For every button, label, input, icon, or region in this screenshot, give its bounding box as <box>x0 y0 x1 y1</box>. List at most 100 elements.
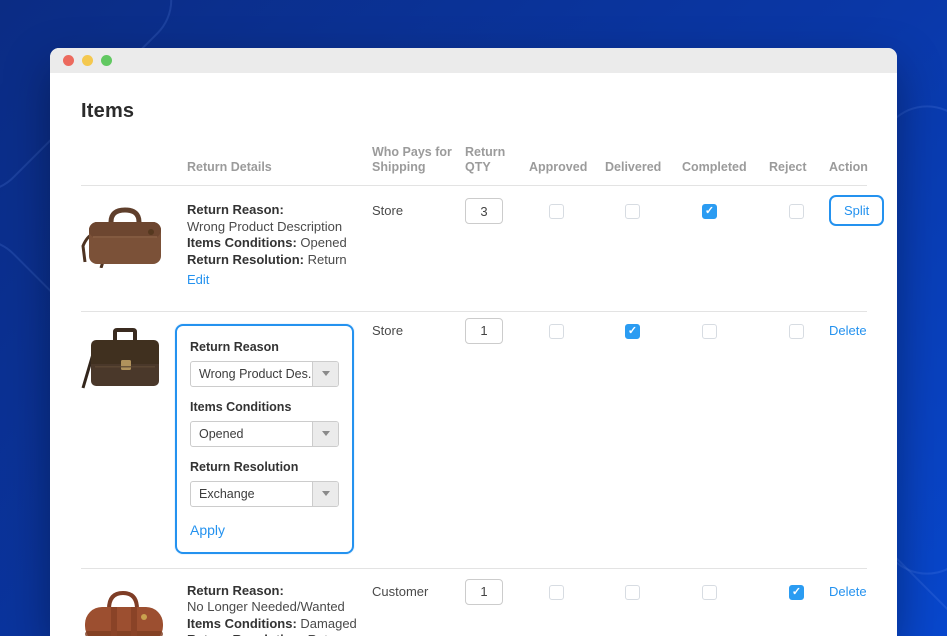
items-conditions-value: Opened <box>300 235 347 250</box>
check-icon: ✓ <box>791 585 802 598</box>
return-resolution-selected-value: Exchange <box>199 486 255 501</box>
items-page: Items Return Details Who Pays for Shippi… <box>50 73 897 636</box>
dropdown-arrow-button[interactable] <box>312 481 338 506</box>
product-image-cell <box>81 583 187 636</box>
completed-checkbox[interactable]: ✓ <box>702 323 717 339</box>
action-cell: Delete <box>829 583 867 601</box>
reject-cell: ✓ <box>769 583 829 600</box>
return-resolution-value: Return <box>308 632 347 636</box>
dark-briefcase-image <box>81 327 159 388</box>
reject-checkbox[interactable]: ✓ <box>789 323 804 339</box>
edit-return-panel: Return Reason Wrong Product Des... Items… <box>175 323 354 554</box>
header-return-qty: Return QTY <box>465 145 506 174</box>
header-reject: Reject <box>769 160 807 174</box>
return-qty-input[interactable] <box>465 578 503 605</box>
product-image-cell <box>81 322 187 395</box>
header-completed: Completed <box>682 160 747 174</box>
return-reason-select[interactable]: Wrong Product Des... <box>190 360 339 387</box>
approved-cell: ✓ <box>529 322 605 339</box>
return-resolution-select[interactable]: Exchange <box>190 480 339 507</box>
approved-cell: ✓ <box>529 202 605 219</box>
header-action: Action <box>829 160 868 174</box>
action-cell: Delete <box>829 322 867 340</box>
items-conditions-selected-value: Opened <box>199 426 244 441</box>
who-pays-value: Store <box>372 203 404 218</box>
dropdown-arrow-button[interactable] <box>312 421 338 446</box>
completed-cell: ✓ <box>682 202 769 219</box>
minimize-window-button[interactable] <box>82 55 93 66</box>
chevron-down-icon <box>321 491 330 496</box>
approved-checkbox[interactable]: ✓ <box>549 584 564 600</box>
return-details-cell: Return Reason: Wrong Product Description… <box>187 202 372 289</box>
completed-checkbox[interactable]: ✓ <box>702 584 717 600</box>
return-reason-value: Wrong Product Description <box>187 218 343 234</box>
return-reason-value: No Longer Needed/Wanted <box>187 599 345 614</box>
reject-cell: ✓ <box>769 202 829 219</box>
product-image-cell <box>81 202 187 273</box>
brown-duffel-image <box>85 590 163 636</box>
return-resolution-label: Return Resolution: <box>187 251 304 267</box>
header-approved: Approved <box>529 160 588 174</box>
delivered-cell: ✓ <box>605 583 682 600</box>
return-qty-input[interactable] <box>465 317 503 344</box>
delete-link[interactable]: Delete <box>829 584 867 599</box>
table-row: Return Reason Wrong Product Des... Items… <box>81 312 867 568</box>
return-resolution-value: Return <box>307 251 347 267</box>
qty-cell <box>465 317 529 344</box>
return-reason-selected-value: Wrong Product Des... <box>199 366 312 381</box>
apply-link[interactable]: Apply <box>190 522 225 538</box>
return-details-cell: Return Reason Wrong Product Des... Items… <box>175 322 372 554</box>
who-pays-value: Customer <box>372 583 429 599</box>
who-pays-value: Store <box>372 322 404 338</box>
approved-cell: ✓ <box>529 583 605 600</box>
brown-briefcase-image <box>81 207 161 269</box>
page-title: Items <box>81 100 135 122</box>
action-cell: Split <box>829 195 885 226</box>
delivered-checkbox[interactable]: ✓ <box>625 323 640 339</box>
chevron-down-icon <box>321 431 330 436</box>
completed-cell: ✓ <box>682 322 769 339</box>
table-header-row: Return Details Who Pays for Shipping Ret… <box>81 145 868 185</box>
maximize-window-button[interactable] <box>101 55 112 66</box>
completed-cell: ✓ <box>682 583 769 600</box>
items-conditions-select[interactable]: Opened <box>190 420 339 447</box>
reject-checkbox[interactable]: ✓ <box>789 204 804 219</box>
dropdown-arrow-button[interactable] <box>312 361 338 386</box>
return-reason-label: Return Reason: <box>187 202 284 217</box>
close-window-button[interactable] <box>63 55 74 66</box>
qty-cell <box>465 198 529 224</box>
delivered-checkbox[interactable]: ✓ <box>625 584 640 600</box>
table-row: Return Reason: Wrong Product Description… <box>81 186 885 311</box>
return-resolution-label: Return Resolution: <box>187 632 304 636</box>
return-details-cell: Return Reason: No Longer Needed/Wanted I… <box>187 583 372 636</box>
return-qty-input[interactable] <box>465 198 503 224</box>
header-delivered: Delivered <box>605 160 662 174</box>
window-titlebar <box>50 48 897 73</box>
app-window: Items Return Details Who Pays for Shippi… <box>50 48 897 636</box>
delivered-cell: ✓ <box>605 322 682 339</box>
split-button[interactable]: Split <box>829 195 885 226</box>
items-conditions-label: Items Conditions: <box>187 235 297 250</box>
check-icon: ✓ <box>627 324 638 337</box>
return-reason-label: Return Reason <box>190 339 279 354</box>
items-conditions-value: Damaged <box>300 615 357 631</box>
items-conditions-label: Items Conditions: <box>187 615 297 631</box>
reject-checkbox[interactable]: ✓ <box>789 584 804 600</box>
chevron-down-icon <box>321 371 330 376</box>
edit-link[interactable]: Edit <box>187 272 209 289</box>
header-return-details: Return Details <box>187 160 272 174</box>
header-who-pays: Who Pays for Shipping <box>372 145 452 174</box>
check-icon: ✓ <box>704 205 715 217</box>
approved-checkbox[interactable]: ✓ <box>549 323 564 339</box>
items-conditions-label: Items Conditions <box>190 399 292 414</box>
completed-checkbox[interactable]: ✓ <box>702 204 717 219</box>
delivered-checkbox[interactable]: ✓ <box>625 204 640 219</box>
delivered-cell: ✓ <box>605 202 682 219</box>
return-resolution-label: Return Resolution <box>190 459 299 474</box>
reject-cell: ✓ <box>769 322 829 339</box>
table-row: Return Reason: No Longer Needed/Wanted I… <box>81 569 867 636</box>
qty-cell <box>465 578 529 605</box>
return-reason-label: Return Reason: <box>187 582 284 598</box>
approved-checkbox[interactable]: ✓ <box>549 204 564 219</box>
delete-link[interactable]: Delete <box>829 323 867 338</box>
